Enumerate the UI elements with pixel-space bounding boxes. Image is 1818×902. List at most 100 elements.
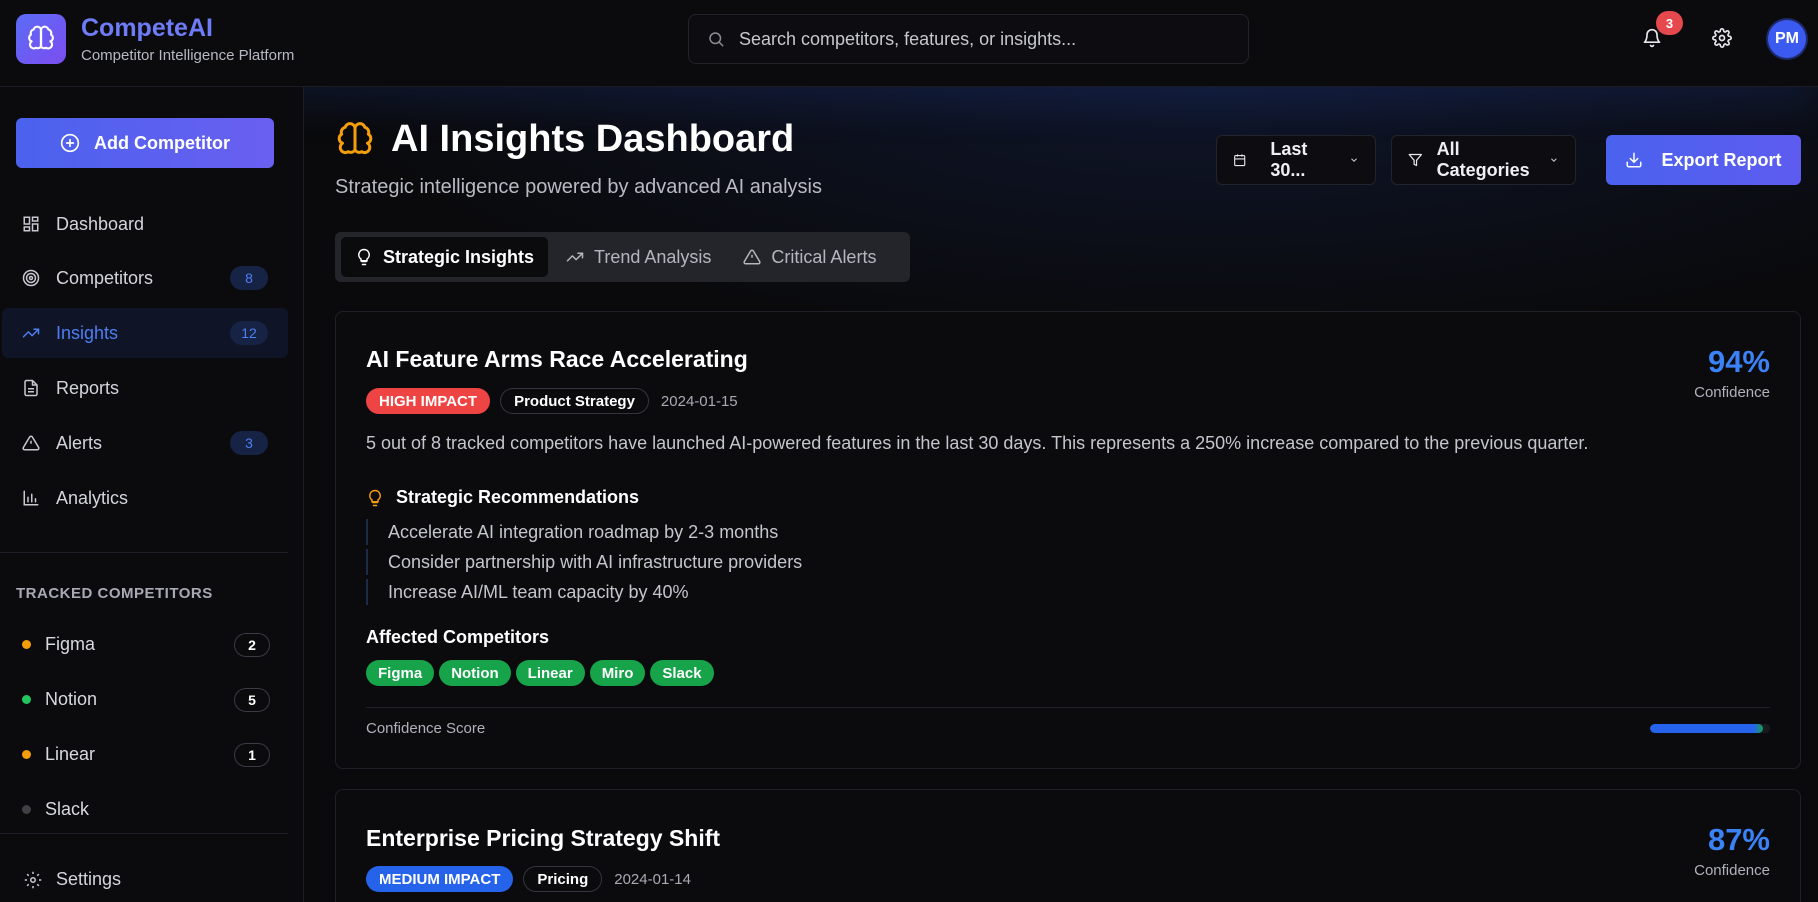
- sidebar-item-analytics[interactable]: Analytics: [2, 473, 288, 523]
- page-subtitle: Strategic intelligence powered by advanc…: [335, 176, 822, 198]
- add-competitor-label: Add Competitor: [94, 132, 230, 153]
- tab-trend-analysis[interactable]: Trend Analysis: [552, 237, 725, 277]
- sidebar-divider: [0, 552, 288, 553]
- tracked-competitor-figma[interactable]: Figma 2: [16, 624, 270, 664]
- confidence-score-fill: [1650, 724, 1763, 733]
- impact-badge: HIGH IMPACT: [366, 388, 491, 414]
- search-icon: [707, 30, 725, 53]
- competitor-chip[interactable]: Linear: [515, 660, 585, 686]
- competitor-chip[interactable]: Miro: [589, 660, 646, 686]
- bar-chart-icon: [23, 490, 39, 506]
- competitor-name: Notion: [45, 688, 98, 709]
- target-icon: [22, 269, 40, 287]
- user-avatar[interactable]: PM: [1768, 20, 1806, 58]
- export-report-label: Export Report: [1661, 149, 1782, 170]
- tracked-competitor-slack[interactable]: Slack: [16, 789, 270, 829]
- category-value: All Categories: [1436, 139, 1530, 180]
- sidebar-settings-link[interactable]: Settings: [24, 869, 121, 890]
- settings-button[interactable]: [1704, 20, 1740, 56]
- category-select[interactable]: All Categories: [1391, 135, 1576, 185]
- insight-title[interactable]: Enterprise Pricing Strategy Shift: [366, 825, 720, 852]
- alerts-count-badge: 3: [230, 431, 268, 455]
- affected-competitors-heading: Affected Competitors: [366, 627, 550, 647]
- recommendations-list: Accelerate AI integration roadmap by 2-3…: [366, 519, 802, 609]
- app-name[interactable]: CompeteAI: [81, 14, 213, 43]
- confidence-percent: 87%: [1707, 822, 1770, 857]
- notification-count-badge: 3: [1656, 11, 1683, 35]
- status-dot: [22, 639, 31, 649]
- affected-competitors-list: Figma Notion Linear Miro Slack: [366, 660, 714, 686]
- competitor-name: Linear: [45, 743, 96, 764]
- tab-critical-alerts[interactable]: Critical Alerts: [729, 237, 890, 277]
- top-header: CompeteAI Competitor Intelligence Platfo…: [0, 0, 1818, 87]
- sidebar: Add Competitor Dashboard Competitors 8 I…: [0, 87, 304, 902]
- confidence-percent: 94%: [1707, 344, 1770, 379]
- confidence-score-label: Confidence Score: [366, 720, 486, 737]
- alert-triangle-icon: [743, 249, 761, 265]
- category-badge: Product Strategy: [500, 388, 649, 414]
- competitor-chip[interactable]: Notion: [439, 660, 511, 686]
- tab-strategic-insights[interactable]: Strategic Insights: [341, 237, 549, 277]
- date-range-value: Last 30...: [1270, 139, 1308, 180]
- insight-title[interactable]: AI Feature Arms Race Accelerating: [366, 346, 748, 373]
- add-competitor-button[interactable]: Add Competitor: [16, 118, 274, 168]
- export-report-button[interactable]: Export Report: [1606, 135, 1801, 185]
- competitor-count: 5: [234, 688, 270, 712]
- recommendation-item: Consider partnership with AI infrastruct…: [366, 549, 802, 575]
- confidence-label: Confidence: [1694, 384, 1770, 401]
- file-text-icon: [24, 379, 38, 397]
- date-range-select[interactable]: Last 30...: [1216, 135, 1376, 185]
- tab-label: Trend Analysis: [594, 246, 712, 267]
- status-dot: [22, 694, 31, 704]
- insight-tags: HIGH IMPACT Product Strategy 2024-01-15: [366, 388, 738, 414]
- filter-icon: [1408, 153, 1423, 167]
- competitor-count: 1: [234, 743, 270, 767]
- tracked-competitors-heading: TRACKED COMPETITORS: [16, 585, 213, 602]
- insight-tags: MEDIUM IMPACT Pricing 2024-01-14: [366, 866, 691, 892]
- brain-icon: [337, 121, 373, 154]
- recommendation-item: Increase AI/ML team capacity by 40%: [366, 579, 802, 605]
- settings-label: Settings: [56, 869, 122, 889]
- recommendations-title: Strategic Recommendations: [396, 487, 640, 507]
- lightbulb-icon: [369, 489, 381, 506]
- sidebar-item-label: Reports: [56, 377, 120, 398]
- app-tagline: Competitor Intelligence Platform: [81, 47, 295, 64]
- status-dot: [22, 804, 31, 814]
- insights-count-badge: 12: [230, 321, 268, 345]
- trending-up-icon: [566, 252, 584, 262]
- alert-triangle-icon: [22, 435, 40, 451]
- card-divider: [366, 707, 1770, 708]
- plus-circle-icon: [60, 133, 80, 153]
- sidebar-item-dashboard[interactable]: Dashboard: [2, 199, 288, 249]
- chevron-down-icon: [1551, 158, 1557, 162]
- brain-logo-icon[interactable]: [16, 14, 66, 64]
- grid-icon: [23, 216, 39, 232]
- sidebar-divider: [0, 833, 288, 834]
- search-input[interactable]: [739, 28, 1248, 50]
- category-badge: Pricing: [523, 866, 603, 892]
- tracked-competitor-notion[interactable]: Notion 5: [16, 679, 270, 719]
- sidebar-item-label: Dashboard: [56, 213, 145, 234]
- download-icon: [1626, 152, 1642, 168]
- sidebar-item-label: Alerts: [56, 432, 103, 453]
- lightbulb-icon: [358, 248, 370, 266]
- recommendations-heading: Strategic Recommendations: [366, 487, 639, 508]
- insight-card: Enterprise Pricing Strategy Shift 87% Co…: [335, 789, 1801, 902]
- sidebar-item-reports[interactable]: Reports: [2, 363, 288, 413]
- gear-icon: [24, 871, 42, 888]
- sidebar-item-competitors[interactable]: Competitors 8: [2, 253, 288, 303]
- sidebar-item-alerts[interactable]: Alerts 3: [2, 418, 288, 468]
- status-dot: [22, 749, 31, 759]
- competitor-chip[interactable]: Slack: [650, 660, 714, 686]
- competitor-chip[interactable]: Figma: [366, 660, 435, 686]
- confidence-label: Confidence: [1694, 862, 1770, 879]
- competitor-name: Slack: [45, 798, 90, 819]
- insight-tabs: Strategic Insights Trend Analysis Critic…: [335, 232, 910, 282]
- search-bar[interactable]: [688, 14, 1249, 64]
- sidebar-item-insights[interactable]: Insights 12: [2, 308, 288, 358]
- tracked-competitor-linear[interactable]: Linear 1: [16, 734, 270, 774]
- competitors-count-badge: 8: [230, 266, 268, 290]
- insight-date: 2024-01-15: [660, 392, 738, 410]
- sidebar-item-label: Analytics: [56, 487, 129, 508]
- insight-card: AI Feature Arms Race Accelerating 94% Co…: [335, 311, 1801, 769]
